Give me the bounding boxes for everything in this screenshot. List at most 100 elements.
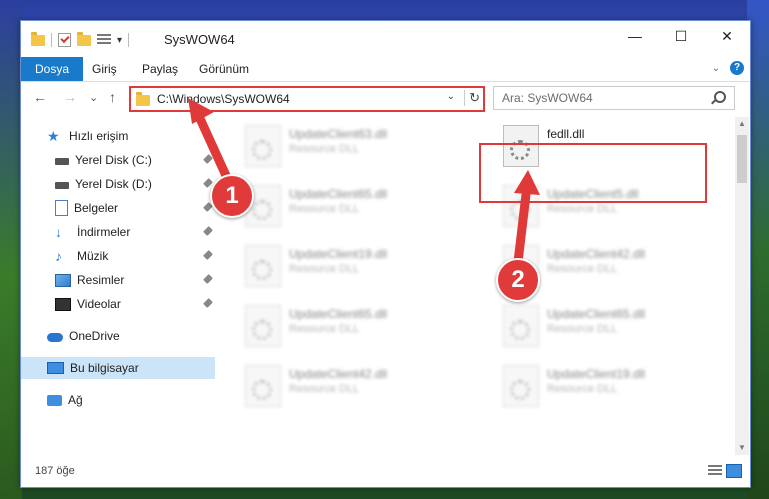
folder-icon[interactable] [31, 31, 45, 46]
sidebar-item-label: Belgeler [74, 201, 119, 215]
sidebar-item-label: OneDrive [69, 329, 120, 343]
list-item[interactable]: UpdateClient65.dll Resource DLL [503, 303, 733, 349]
sidebar-item-pictures[interactable]: Resimler [21, 269, 215, 291]
list-item[interactable]: UpdateClient65.dll Resource DLL [245, 183, 475, 229]
pin-icon[interactable] [203, 226, 213, 236]
view-list-icon[interactable] [97, 34, 111, 46]
download-icon: ↓ [55, 224, 62, 240]
step-badge-1: 1 [210, 174, 254, 218]
file-type: Resource DLL [547, 263, 618, 275]
scroll-down-icon[interactable]: ▼ [735, 441, 749, 455]
pin-icon[interactable] [203, 274, 213, 284]
music-icon: ♪ [55, 248, 62, 264]
window-title: SysWOW64 [164, 32, 235, 47]
file-name: UpdateClient65.dll [547, 307, 646, 321]
sidebar-item-documents[interactable]: Belgeler [21, 197, 215, 219]
scroll-up-icon[interactable]: ▲ [735, 117, 749, 131]
sidebar-item-local-disk-c[interactable]: Yerel Disk (C:) [21, 149, 215, 171]
sidebar-item-quick-access[interactable]: ★ Hızlı erişim [21, 125, 215, 147]
close-button[interactable]: ✕ [704, 21, 750, 51]
scroll-thumb[interactable] [737, 135, 747, 183]
minimize-button[interactable]: — [612, 21, 658, 51]
tab-paylas[interactable]: Paylaş [142, 57, 178, 81]
large-icons-view-icon[interactable] [726, 464, 742, 478]
file-type: Resource DLL [289, 383, 360, 395]
dll-file-icon [245, 245, 281, 287]
file-name: UpdateClient42.dll [547, 247, 646, 261]
sidebar-item-music[interactable]: ♪ Müzik [21, 245, 215, 267]
tab-dosya[interactable]: Dosya [21, 57, 84, 81]
file-name: fedll.dll [547, 127, 585, 141]
sidebar-item-label: Bu bilgisayar [70, 361, 139, 375]
file-name: UpdateClient63.dll [289, 127, 388, 141]
file-type: Resource DLL [289, 203, 360, 215]
quick-access-toolbar: ▾ [31, 31, 130, 47]
sidebar-item-label: Müzik [77, 249, 109, 263]
pin-icon[interactable] [203, 250, 213, 260]
disk-icon [55, 182, 69, 189]
details-view-icon[interactable] [708, 465, 722, 476]
file-name: UpdateClient65.dll [289, 307, 388, 321]
sidebar-item-label: Yerel Disk (D:) [75, 177, 152, 191]
back-button[interactable]: ← [33, 89, 47, 105]
file-name: UpdateClient65.dll [289, 187, 388, 201]
search-box[interactable]: Ara: SysWOW64 [493, 86, 735, 110]
customize-dropdown-icon[interactable]: ▾ [117, 35, 122, 46]
item-count: 187 öğe [35, 465, 75, 477]
address-bar[interactable]: C:\Windows\SysWOW64 ⌄ ↻ [129, 86, 485, 112]
forward-button[interactable]: → [63, 89, 77, 105]
search-input[interactable]: Ara: SysWOW64 [502, 91, 593, 105]
sidebar-item-label: Hızlı erişim [69, 129, 129, 143]
dll-file-icon [503, 305, 539, 347]
up-button[interactable]: ↑ [109, 89, 116, 105]
disk-icon [55, 158, 69, 165]
file-type: Resource DLL [547, 323, 618, 335]
dll-file-icon [503, 365, 539, 407]
sidebar-item-network[interactable]: Ağ [21, 389, 215, 411]
tab-giris[interactable]: Giriş [92, 57, 117, 81]
sidebar-item-videos[interactable]: Videolar [21, 293, 215, 315]
explorer-window: ▾ SysWOW64 — ☐ ✕ Dosya Giriş Paylaş Görü… [20, 20, 751, 488]
navigation-bar: ← → ⌄ ↑ C:\Windows\SysWOW64 ⌄ ↻ Ara: Sys… [21, 82, 750, 116]
title-bar: ▾ SysWOW64 — ☐ ✕ [21, 21, 750, 57]
maximize-button[interactable]: ☐ [658, 21, 704, 51]
sidebar-item-label: Yerel Disk (C:) [75, 153, 152, 167]
sidebar-item-this-pc[interactable]: Bu bilgisayar [21, 357, 215, 379]
list-item[interactable]: UpdateClient65.dll Resource DLL [245, 303, 475, 349]
sidebar-item-label: Resimler [77, 273, 125, 287]
file-type: Resource DLL [289, 143, 360, 155]
sidebar-item-downloads[interactable]: ↓ İndirmeler [21, 221, 215, 243]
toolbar-divider-2 [128, 33, 130, 47]
help-icon[interactable]: ? [730, 61, 744, 75]
sidebar-item-onedrive[interactable]: OneDrive [21, 325, 215, 347]
address-dropdown-icon[interactable]: ⌄ [447, 91, 455, 102]
tab-gorunum[interactable]: Görünüm [199, 57, 249, 81]
search-icon[interactable] [714, 91, 726, 103]
file-list: UpdateClient63.dll Resource DLL UpdateCl… [217, 117, 735, 455]
network-icon [47, 394, 62, 406]
list-item[interactable]: UpdateClient63.dll Resource DLL [245, 123, 475, 169]
ribbon-tabs: Dosya Giriş Paylaş Görünüm ⌄ ? [21, 57, 750, 82]
pin-icon[interactable] [203, 298, 213, 308]
recent-locations-button[interactable]: ⌄ [89, 91, 98, 104]
cloud-icon [47, 333, 63, 342]
navigation-pane: ★ Hızlı erişim Yerel Disk (C:) Yerel Dis… [21, 117, 215, 455]
list-item[interactable]: UpdateClient42.dll Resource DLL [245, 363, 475, 409]
file-type: Resource DLL [547, 203, 618, 215]
sidebar-item-label: İndirmeler [77, 225, 131, 239]
highlight-box-fedll [479, 143, 707, 203]
list-item[interactable]: UpdateClient19.dll Resource DLL [245, 243, 475, 289]
window-controls: — ☐ ✕ [612, 21, 750, 51]
list-item[interactable]: UpdateClient19.dll Resource DLL [503, 363, 733, 409]
new-folder-icon[interactable] [77, 31, 91, 46]
refresh-icon[interactable]: ↻ [464, 90, 480, 106]
properties-check-icon[interactable] [58, 33, 71, 47]
toolbar-divider [51, 33, 52, 47]
expand-ribbon-icon[interactable]: ⌄ [712, 63, 720, 74]
address-path[interactable]: C:\Windows\SysWOW64 [157, 92, 290, 106]
vertical-scrollbar[interactable]: ▲ ▼ [735, 117, 749, 455]
sidebar-item-local-disk-d[interactable]: Yerel Disk (D:) [21, 173, 215, 195]
dll-file-icon [245, 365, 281, 407]
file-name: UpdateClient19.dll [547, 367, 646, 381]
pin-icon[interactable] [203, 154, 213, 164]
